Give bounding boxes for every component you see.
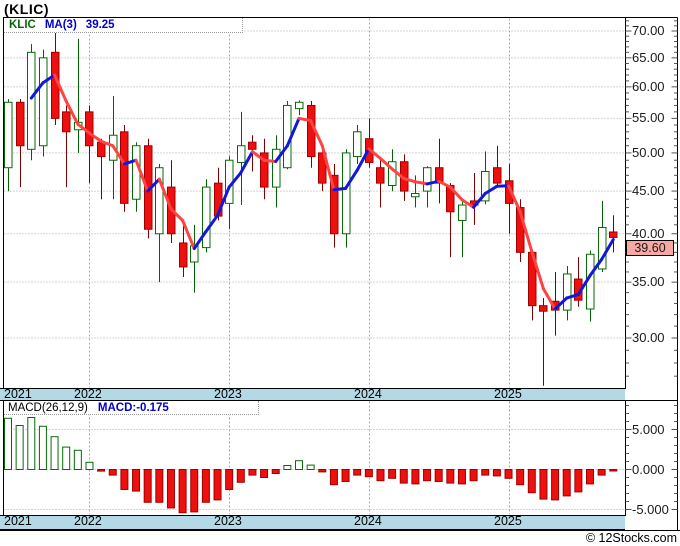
x-axis-band-macd: 2021 2022 2023 2024 2025 — [0, 515, 625, 530]
price-axis-label: 55.00 — [632, 110, 665, 126]
year-label: 2023 — [214, 387, 242, 401]
x-axis-band-main: 2021 2022 2023 2024 2025 — [0, 388, 625, 401]
macd-axis-label: 0.000 — [632, 461, 665, 477]
year-label: 2022 — [74, 387, 102, 401]
year-label: 2023 — [214, 514, 242, 528]
ma-period-label: MA(3) — [44, 19, 77, 31]
macd-name-label: MACD(26,12,9) — [8, 401, 88, 414]
price-legend: KLIC MA(3) 39.25 — [4, 18, 243, 33]
year-label: 2022 — [74, 514, 102, 528]
chart-canvas — [0, 17, 680, 531]
copyright-link[interactable]: © 12Stocks.com — [586, 531, 677, 545]
symbol-label: KLIC — [9, 19, 36, 31]
price-axis-label: 30.00 — [632, 330, 665, 345]
year-label: 2025 — [494, 514, 522, 528]
last-price-tag: 39.60 — [626, 240, 674, 256]
macd-axis-label: 5.000 — [632, 421, 665, 437]
year-label: 2024 — [354, 387, 382, 401]
price-axis-label: 65.00 — [632, 49, 665, 65]
year-label: 2024 — [354, 514, 382, 528]
year-label: 2025 — [494, 387, 522, 401]
price-axis-label: 40.00 — [632, 225, 665, 241]
macd-legend: MACD(26,12,9) MACD:-0.175 — [4, 401, 259, 415]
year-label: 2021 — [4, 387, 32, 401]
ma-value-label: 39.25 — [85, 19, 115, 31]
price-axis-label: 70.00 — [632, 23, 665, 38]
price-axis-label: 50.00 — [632, 144, 665, 160]
macd-axis-label: -5.000 — [632, 501, 669, 517]
stock-chart-app: (KLIC) KLIC MA(3) 39.25 MACD(26,12,9) MA… — [0, 0, 680, 546]
price-axis-label: 45.00 — [632, 183, 665, 199]
price-axis-label: 60.00 — [632, 78, 665, 94]
macd-value-label: MACD:-0.175 — [97, 401, 169, 414]
price-axis-label: 35.00 — [632, 274, 665, 290]
year-label: 2021 — [4, 514, 32, 528]
